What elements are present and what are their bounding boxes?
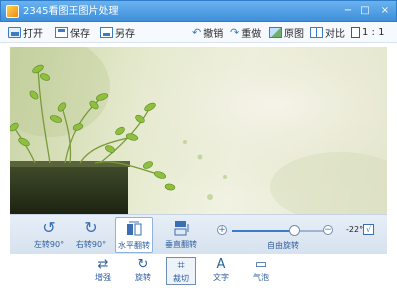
actual-size-label: 1 : 1 [362, 27, 385, 38]
slider-handle[interactable] [289, 225, 300, 236]
edit-panel: ↺ 左转90° ↻ 右转90° 水平翻转 垂直翻转 + − -22° √ 自由旋… [10, 214, 387, 254]
minimize-button[interactable]: − [342, 5, 354, 17]
free-rotate-label: 自由旋转 [267, 241, 299, 250]
compare-label: 对比 [325, 29, 345, 40]
actual-size-icon [351, 27, 360, 38]
tab-crop[interactable]: ⌗ 裁切 [166, 257, 196, 285]
crop-icon: ⌗ [177, 258, 185, 273]
rotate-plus-button[interactable]: − [323, 225, 333, 235]
rotate-left-icon: ↺ [42, 218, 56, 237]
tab-rotate-label: 旋转 [135, 273, 151, 282]
undo-button[interactable]: ↶ 撤销 [192, 25, 223, 40]
save-icon [55, 27, 68, 38]
redo-icon: ↷ [230, 26, 240, 39]
original-button[interactable]: 原图 [269, 25, 304, 40]
save-as-button[interactable]: 另存 [100, 25, 135, 40]
flip-horizontal-icon [125, 220, 143, 238]
tab-bubble[interactable]: ▭ 气泡 [246, 257, 276, 285]
flip-vertical-button[interactable]: 垂直翻转 [162, 217, 200, 253]
redo-label: 重做 [241, 29, 262, 40]
original-label: 原图 [284, 29, 304, 40]
bottom-tab-bar: ⇄ 增强 ↻ 旋转 ⌗ 裁切 A 文字 ▭ 气泡 [0, 254, 397, 288]
rotate-minus-button[interactable]: + [217, 225, 227, 235]
save-button[interactable]: 保存 [55, 25, 90, 40]
picture-icon [269, 27, 282, 38]
compare-button[interactable]: 对比 [310, 25, 345, 40]
rotate-right-label: 右转90° [75, 240, 107, 249]
app-logo-icon [6, 5, 19, 18]
tab-text[interactable]: A 文字 [206, 257, 236, 285]
free-rotate-slider[interactable] [232, 230, 332, 232]
flip-horizontal-button[interactable]: 水平翻转 [115, 217, 153, 253]
flip-vertical-label: 垂直翻转 [165, 240, 197, 249]
window-title: 2345看图王图片处理 [23, 6, 119, 17]
save-label: 保存 [70, 29, 90, 40]
maximize-button[interactable]: □ [359, 5, 371, 17]
rotate-left-label: 左转90° [33, 240, 65, 249]
undo-icon: ↶ [192, 26, 202, 39]
close-button[interactable]: × [379, 5, 391, 17]
rotate-right-button[interactable]: ↻ 右转90° [72, 217, 110, 253]
tab-enhance[interactable]: ⇄ 增强 [88, 257, 118, 285]
tab-crop-label: 裁切 [173, 274, 189, 283]
actual-size-button[interactable]: 1 : 1 [351, 25, 384, 40]
rotate-right-icon: ↻ [84, 218, 98, 237]
slider-fill [232, 230, 294, 232]
open-label: 打开 [23, 29, 43, 40]
rotate-left-button[interactable]: ↺ 左转90° [30, 217, 68, 253]
tab-text-label: 文字 [213, 273, 229, 282]
rotation-angle-value: -22° [346, 225, 364, 234]
folder-icon [8, 27, 21, 38]
plant-photo [10, 47, 387, 214]
flip-vertical-icon [172, 219, 190, 237]
image-canvas[interactable] [10, 47, 387, 214]
bubble-icon: ▭ [254, 257, 268, 272]
save-as-label: 另存 [115, 29, 135, 40]
enhance-icon: ⇄ [97, 257, 109, 272]
toolbar: 打开 保存 另存 ↶ 撤销 ↷ 重做 原图 对比 1 : 1 [0, 22, 397, 43]
flip-horizontal-label: 水平翻转 [118, 241, 150, 250]
redo-button[interactable]: ↷ 重做 [230, 25, 261, 40]
tab-enhance-label: 增强 [95, 273, 111, 282]
tab-rotate[interactable]: ↻ 旋转 [128, 257, 158, 285]
title-bar: 2345看图王图片处理 − □ × [0, 0, 397, 22]
tab-bubble-label: 气泡 [253, 273, 269, 282]
open-button[interactable]: 打开 [8, 25, 43, 40]
save-as-icon [100, 27, 113, 38]
confirm-rotation-button[interactable]: √ [363, 224, 374, 235]
compare-icon [310, 27, 323, 38]
rotate-icon: ↻ [137, 257, 149, 272]
undo-label: 撤销 [203, 29, 224, 40]
text-icon: A [216, 257, 226, 272]
